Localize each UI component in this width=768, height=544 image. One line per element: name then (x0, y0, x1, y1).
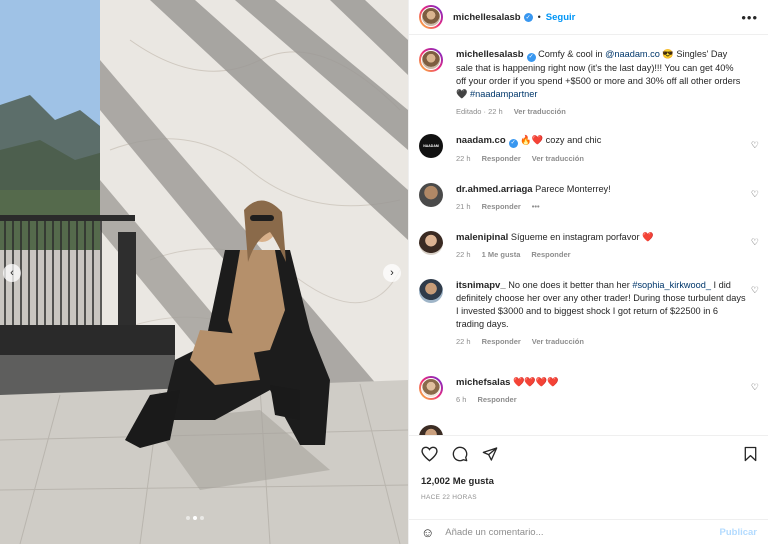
next-photo-button[interactable]: › (383, 264, 401, 282)
caption: michellesalasb ✓ Comfy & cool in @naadam.… (419, 48, 759, 116)
reply-button[interactable]: Responder (482, 202, 521, 211)
comment-username[interactable]: naadam.co (456, 135, 506, 146)
comment-username[interactable]: malenipinal (456, 232, 508, 243)
comment: michefsalas ❤️❤️❤️❤️ 6 h Responder ♡ (419, 376, 759, 404)
share-send-icon[interactable] (482, 446, 498, 462)
verified-badge-icon: ✓ (526, 53, 536, 62)
like-heart-icon[interactable] (421, 446, 438, 462)
reply-button[interactable]: Responder (531, 250, 570, 259)
more-options-icon[interactable]: ••• (741, 10, 758, 25)
translate-button[interactable]: Ver traducción (532, 337, 584, 346)
comment-time: 22 h (456, 250, 471, 259)
naadam-logo: NAADAM (423, 144, 439, 148)
previous-photo-button[interactable]: ‹ (3, 264, 21, 282)
avatar[interactable]: NAADAM (419, 134, 443, 158)
comment-username[interactable]: michefsalas (456, 377, 510, 388)
comment-time: 22 h (456, 337, 471, 346)
comment: dr.ahmed.arriaga Parece Monterrey! 21 h … (419, 183, 759, 211)
post-panel: michellesalasb ✓ • Seguir ••• michellesa… (408, 0, 768, 544)
publish-button[interactable]: Publicar (720, 527, 758, 538)
like-comment-heart-icon[interactable]: ♡ (751, 140, 759, 151)
caption-hashtag-link[interactable]: #naadampartner (470, 89, 537, 99)
comments-list[interactable]: michellesalasb ✓ Comfy & cool in @naadam.… (409, 36, 768, 435)
header-separator: • (537, 12, 541, 22)
translate-button[interactable]: Ver traducción (532, 154, 584, 163)
chevron-left-icon: ‹ (10, 267, 14, 279)
verified-badge-icon: ✓ (523, 12, 533, 22)
like-comment-heart-icon[interactable]: ♡ (751, 285, 759, 296)
comment: itsnimapv_ No one does it better than he… (419, 279, 759, 346)
follow-button[interactable]: Seguir (546, 12, 576, 23)
reply-button[interactable]: Responder (477, 395, 516, 404)
carousel-dot-active (193, 516, 197, 520)
comment-text: Sígueme en instagram porfavor ❤️ (510, 232, 654, 242)
comment-username[interactable]: dr.ahmed.arriaga (456, 184, 533, 195)
comment-time: 6 h (456, 395, 467, 404)
emoji-icon[interactable]: ☺ (421, 525, 434, 540)
comment: NAADAM naadam.co ✓ 🔥❤️ cozy and chic 22 h… (419, 134, 759, 163)
save-bookmark-icon[interactable] (744, 446, 757, 462)
post-actions: 12,002 Me gusta HACE 22 HORAS (409, 435, 768, 520)
translate-button[interactable]: Ver traducción (514, 107, 566, 116)
comment-text: No one does it better than her (508, 280, 633, 290)
reply-button[interactable]: Responder (482, 337, 521, 346)
comment-text: Parece Monterrey! (535, 184, 611, 194)
post-photo[interactable]: ‹ › (0, 0, 408, 544)
avatar[interactable] (419, 231, 443, 255)
avatar[interactable] (419, 279, 443, 303)
comment-text: 🔥❤️ cozy and chic (520, 135, 602, 145)
reply-button[interactable]: Responder (482, 154, 521, 163)
post-author-username[interactable]: michellesalasb (453, 12, 521, 23)
carousel-dot (186, 516, 190, 520)
likes-count[interactable]: 12,002 Me gusta (421, 476, 494, 487)
comment-text: ❤️❤️❤️❤️ (512, 377, 559, 387)
comment-likes-count[interactable]: 1 Me gusta (482, 250, 521, 259)
avatar[interactable] (419, 5, 443, 29)
caption-mention-link[interactable]: @naadam.co (605, 49, 660, 59)
comment-mention-link[interactable]: #sophia_kirkwood_ (632, 280, 711, 290)
comment-time: 22 h (456, 154, 471, 163)
comment-username[interactable]: itsnimapv_ (456, 280, 506, 291)
avatar[interactable] (419, 376, 443, 400)
more-options-icon[interactable]: ••• (532, 202, 540, 211)
avatar[interactable] (419, 425, 443, 435)
comment-bubble-icon[interactable] (452, 446, 468, 462)
add-comment-bar: ☺ Publicar (409, 519, 768, 544)
avatar[interactable] (419, 48, 443, 72)
caption-text: michellesalasb ✓ Comfy & cool in @naadam.… (456, 48, 746, 101)
photo-scene (0, 0, 408, 544)
caption-username[interactable]: michellesalasb (456, 49, 524, 60)
like-comment-heart-icon[interactable]: ♡ (751, 189, 759, 200)
chevron-right-icon: › (390, 267, 394, 279)
comment-time: 21 h (456, 202, 471, 211)
post-header: michellesalasb ✓ • Seguir ••• (409, 0, 768, 35)
caption-meta: Editado · 22 h Ver traducción (456, 107, 759, 116)
caption-text-part: Comfy & cool in (538, 49, 606, 59)
comment-input[interactable] (445, 526, 720, 538)
like-comment-heart-icon[interactable]: ♡ (751, 237, 759, 248)
action-icons (421, 446, 498, 462)
like-comment-heart-icon[interactable]: ♡ (751, 382, 759, 393)
post-timestamp: HACE 22 HORAS (421, 494, 477, 501)
verified-badge-icon: ✓ (508, 139, 518, 148)
carousel-dots (186, 516, 204, 520)
avatar[interactable] (419, 183, 443, 207)
caption-edited-time: Editado · 22 h (456, 107, 503, 116)
carousel-dot (200, 516, 204, 520)
comment: malenipinal Sígueme en instagram porfavo… (419, 231, 759, 259)
